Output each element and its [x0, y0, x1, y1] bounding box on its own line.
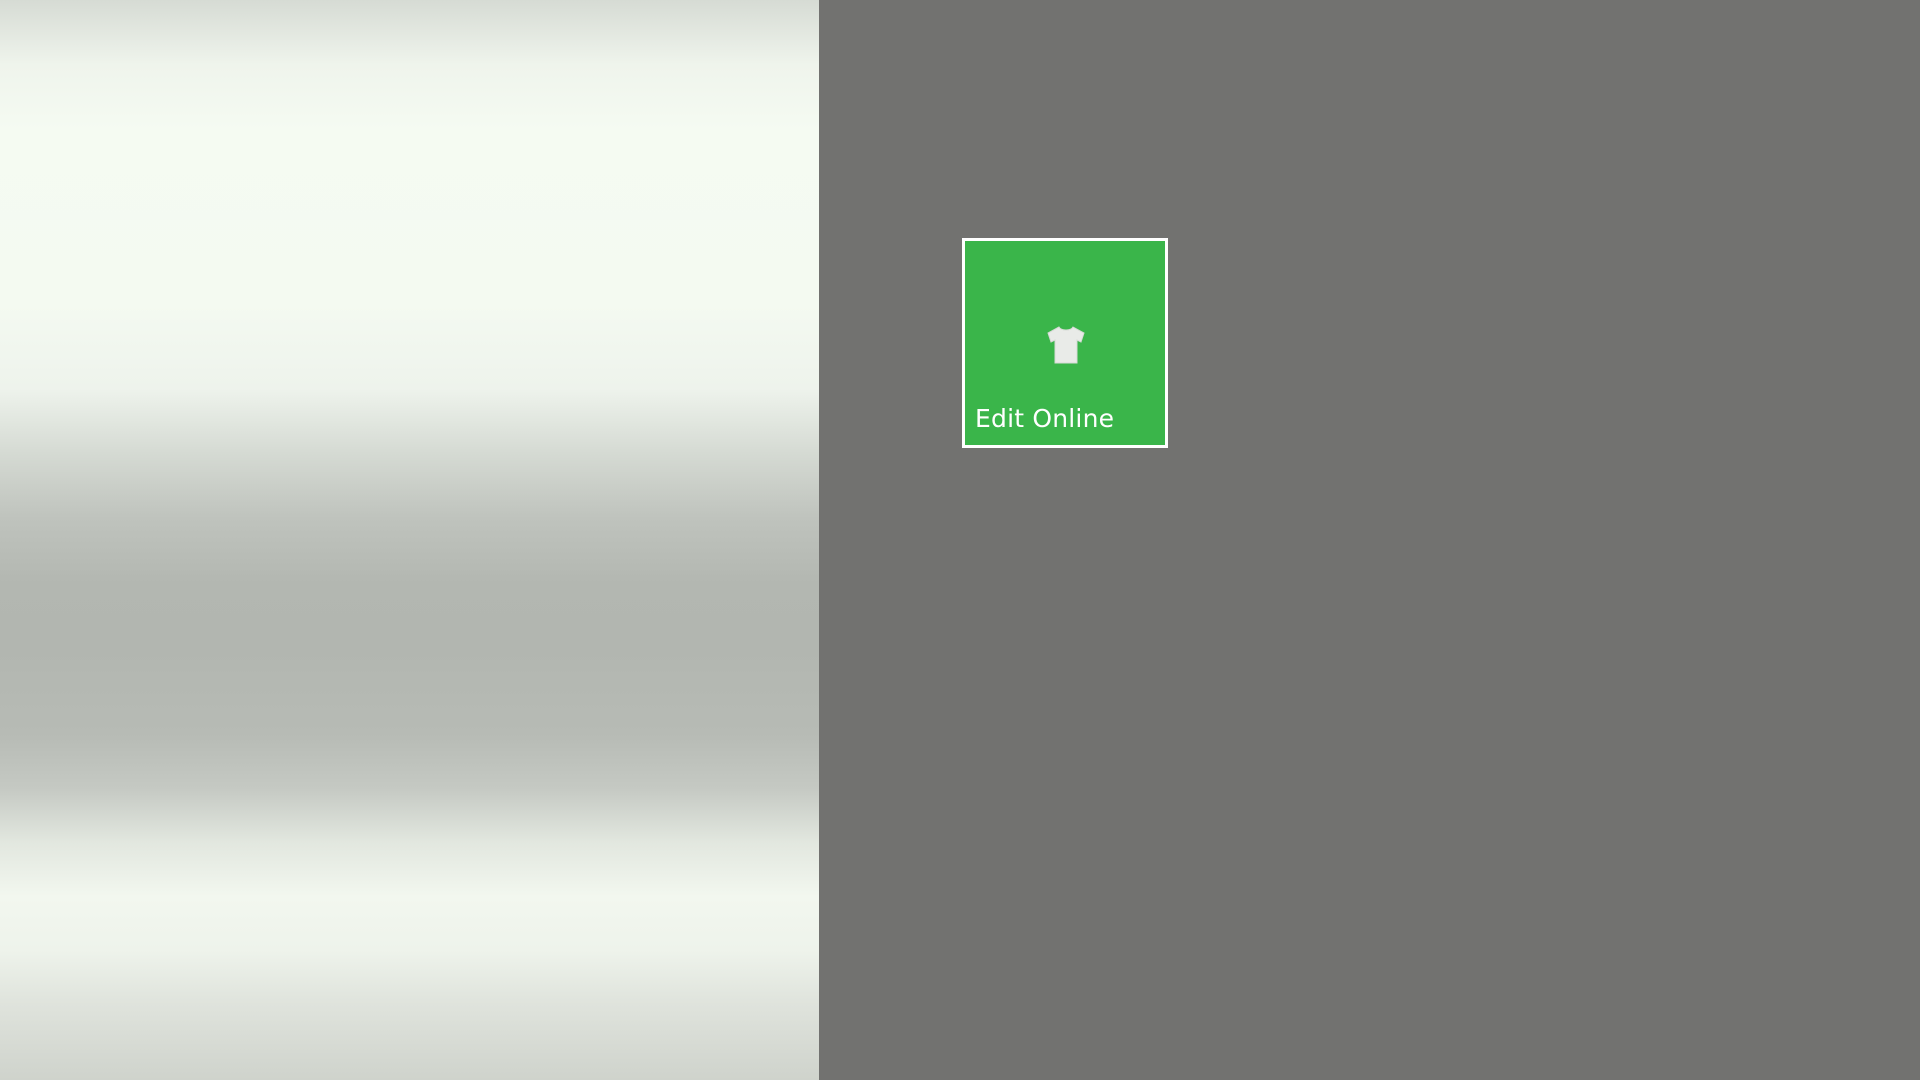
start-screen: Edit Online [0, 0, 1920, 1080]
wallpaper-panel [0, 0, 819, 1080]
tile-area [819, 0, 1920, 1080]
tile-label: Edit Online [975, 404, 1115, 433]
tshirt-icon [1047, 326, 1085, 364]
edit-online-tile[interactable]: Edit Online [962, 238, 1168, 448]
